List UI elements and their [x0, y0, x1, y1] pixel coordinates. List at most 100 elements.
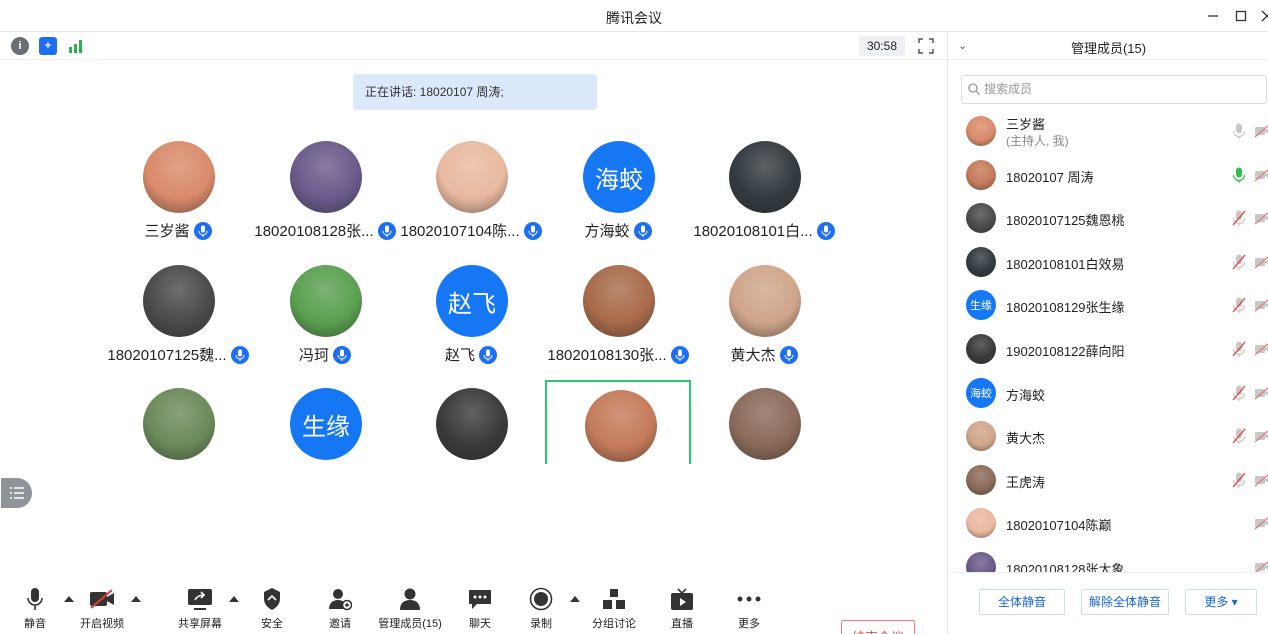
- breakout-icon: [603, 589, 625, 609]
- close-icon: [1261, 10, 1268, 22]
- member-search-input[interactable]: 搜索成员: [961, 75, 1267, 104]
- more-icon: [737, 596, 761, 602]
- avatar: [966, 116, 996, 146]
- member-row[interactable]: 18020108101白效易: [949, 241, 1268, 285]
- list-icon: [9, 487, 24, 499]
- microphone-icon[interactable]: [1232, 167, 1246, 183]
- video-tile[interactable]: 冯珂: [252, 265, 398, 373]
- minimize-button[interactable]: [1202, 6, 1224, 26]
- avatar: [729, 388, 801, 460]
- camera-off-icon[interactable]: [1254, 515, 1268, 531]
- manage-members-button[interactable]: 管理成员(15): [376, 586, 444, 631]
- microphone-icon[interactable]: [1232, 123, 1246, 139]
- video-tile[interactable]: 18020108101白...: [691, 141, 837, 249]
- end-meeting-button[interactable]: 结束会议: [841, 620, 915, 634]
- avatar: [966, 464, 996, 495]
- member-row[interactable]: 18020107 周涛: [949, 154, 1268, 198]
- microphone-icon[interactable]: [1232, 341, 1246, 357]
- unmute-all-button[interactable]: 解除全体静音: [1081, 589, 1169, 615]
- video-tile[interactable]: 赵飞 赵飞: [398, 265, 544, 373]
- camera-off-icon[interactable]: [1254, 210, 1268, 226]
- record-options-caret[interactable]: [570, 596, 580, 602]
- microphone-icon: [193, 221, 212, 240]
- invite-button[interactable]: 邀请: [322, 586, 358, 631]
- member-row[interactable]: 海蛟 方海蛟: [949, 372, 1268, 416]
- participant-name: 18020108130张...: [535, 344, 701, 365]
- video-tile[interactable]: 18020107125魏...: [105, 265, 251, 373]
- share-screen-button[interactable]: 共享屏幕: [176, 586, 224, 631]
- camera-off-icon[interactable]: [1254, 254, 1268, 270]
- video-tile[interactable]: 18020107104陈...: [398, 141, 544, 249]
- member-row[interactable]: 黄大杰: [949, 415, 1268, 459]
- video-tile[interactable]: [545, 380, 691, 464]
- video-tile[interactable]: 18020108128张...: [252, 141, 398, 249]
- camera-off-icon[interactable]: [1254, 472, 1268, 488]
- camera-off-icon[interactable]: [1254, 123, 1268, 139]
- maximize-icon: [1235, 10, 1247, 22]
- record-button[interactable]: 录制: [523, 586, 559, 631]
- info-icon[interactable]: i: [11, 37, 29, 55]
- member-row[interactable]: 18020108128张大象: [949, 546, 1268, 572]
- avatar: [966, 552, 996, 572]
- member-row[interactable]: 王虎涛: [949, 459, 1268, 503]
- avatar: [436, 388, 508, 460]
- video-tile[interactable]: [691, 388, 837, 496]
- camera-off-icon[interactable]: [1254, 385, 1268, 401]
- camera-off-icon[interactable]: [1254, 559, 1268, 572]
- shield-icon[interactable]: +: [39, 37, 57, 55]
- video-tile[interactable]: 黄大杰: [691, 265, 837, 373]
- microphone-icon[interactable]: [1232, 254, 1246, 270]
- share-options-caret[interactable]: [229, 596, 239, 602]
- member-row[interactable]: 18020107125魏恩桃: [949, 197, 1268, 241]
- camera-off-icon[interactable]: [1254, 341, 1268, 357]
- microphone-icon[interactable]: [1232, 210, 1246, 227]
- member-name: 18020108101白效易: [1006, 256, 1125, 272]
- microphone-icon[interactable]: [1232, 428, 1246, 445]
- mute-options-caret[interactable]: [64, 596, 74, 602]
- minimize-icon: [1208, 15, 1218, 17]
- members-panel: ⌄ 管理成员(15) 搜索成员 三岁酱 (主持人, 我) 18020107 周涛 18…: [949, 32, 1268, 634]
- member-row[interactable]: 18020107104陈巅: [949, 502, 1268, 546]
- member-row[interactable]: 三岁酱 (主持人, 我): [949, 110, 1268, 154]
- avatar-text: 赵飞: [436, 265, 508, 337]
- security-button[interactable]: 安全: [254, 586, 290, 631]
- more-button[interactable]: 更多: [731, 586, 767, 631]
- video-options-caret[interactable]: [131, 596, 141, 602]
- avatar: [966, 334, 996, 364]
- chat-button[interactable]: 聊天: [462, 586, 498, 631]
- camera-off-icon[interactable]: [1254, 428, 1268, 444]
- avatar: [143, 265, 215, 337]
- video-tile[interactable]: 生缘: [252, 388, 398, 496]
- video-tile[interactable]: 海蛟 方海蛟: [545, 141, 691, 249]
- microphone-icon[interactable]: [1232, 472, 1246, 488]
- microphone-icon[interactable]: [1232, 297, 1246, 314]
- microphone-icon[interactable]: [1232, 385, 1246, 401]
- video-tile[interactable]: 三岁酱: [105, 141, 251, 249]
- mute-all-button[interactable]: 全体静音: [979, 589, 1065, 615]
- panel-more-button[interactable]: 更多 ▾: [1185, 589, 1257, 615]
- mute-button[interactable]: 静音: [17, 586, 53, 631]
- avatar: [290, 141, 362, 213]
- avatar: 海蛟: [966, 377, 996, 408]
- member-name: 黄大杰: [1006, 431, 1046, 447]
- signal-icon[interactable]: [67, 37, 85, 55]
- member-name: 王虎涛: [1006, 474, 1046, 490]
- camera-off-icon[interactable]: [1254, 167, 1268, 183]
- camera-off-icon[interactable]: [1254, 297, 1268, 313]
- breakout-button[interactable]: 分组讨论: [590, 586, 638, 631]
- video-tile[interactable]: [398, 388, 544, 496]
- member-row[interactable]: 19020108122薛向阳: [949, 328, 1268, 372]
- member-name: 18020108129张生缘: [1006, 300, 1125, 316]
- list-toggle-button[interactable]: [1, 478, 32, 508]
- member-row[interactable]: 生缘 18020108129张生缘: [949, 284, 1268, 328]
- video-tile[interactable]: [105, 388, 251, 496]
- fullscreen-icon[interactable]: [917, 37, 935, 55]
- live-button[interactable]: 直播: [664, 586, 700, 631]
- avatar: [966, 421, 996, 452]
- video-button[interactable]: 开启视频: [78, 586, 126, 631]
- microphone-icon: [816, 221, 835, 240]
- close-button[interactable]: [1256, 6, 1268, 26]
- avatar: [966, 508, 996, 539]
- maximize-button[interactable]: [1230, 6, 1252, 26]
- video-tile[interactable]: 18020108130张...: [545, 265, 691, 373]
